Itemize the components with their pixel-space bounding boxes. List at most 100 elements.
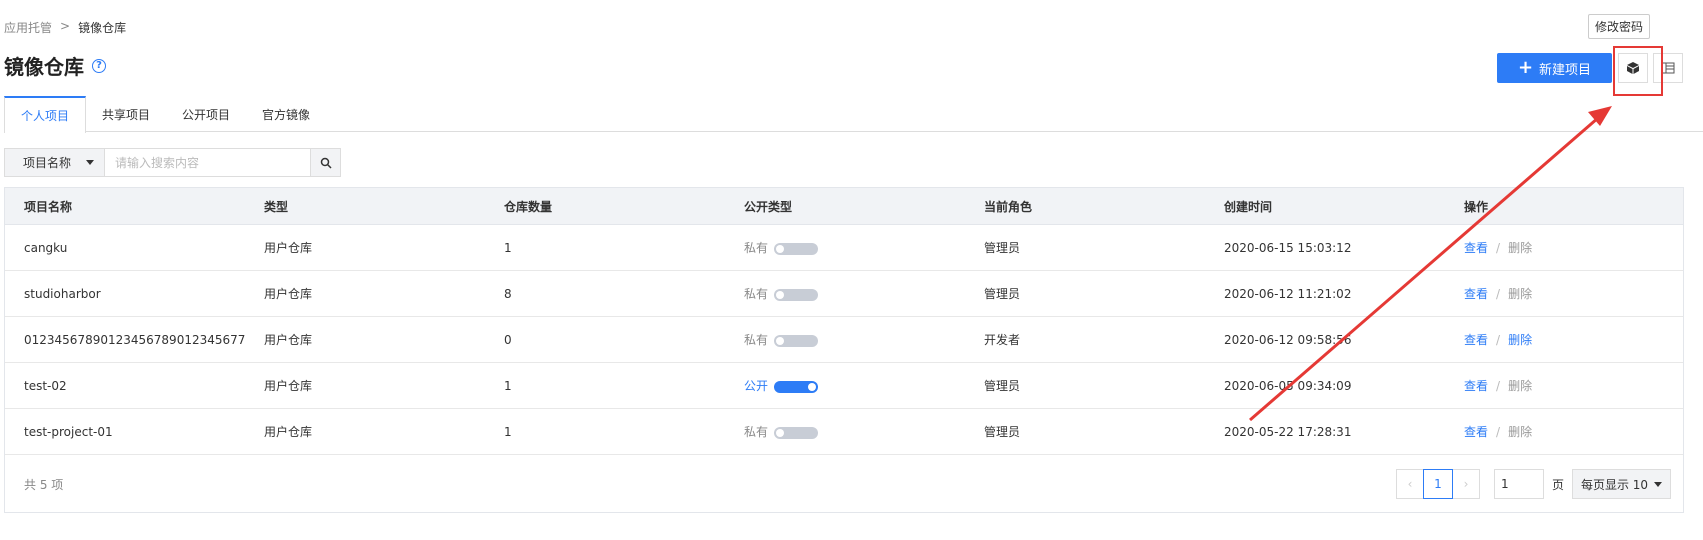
visibility-label: 公开 (744, 379, 769, 393)
role: 管理员 (984, 425, 1021, 439)
help-icon[interactable]: ? (92, 58, 106, 73)
change-password-button[interactable]: 修改密码 (1588, 14, 1651, 39)
action-separator: / (1496, 287, 1501, 301)
search-field-select[interactable]: 项目名称 (4, 148, 105, 177)
search-icon (320, 157, 332, 169)
tab-personal-projects[interactable]: 个人项目 (4, 96, 87, 133)
column-header-created: 创建时间 (1224, 199, 1273, 214)
table-row: test-02 用户仓库 1 公开 管理员 2020-06-05 09:34:0… (5, 363, 1683, 409)
project-name: cangku (24, 240, 68, 255)
prev-page-button[interactable]: ‹ (1396, 469, 1424, 499)
created-time: 2020-06-05 09:34:09 (1224, 378, 1352, 393)
new-project-button[interactable]: + 新建项目 (1497, 53, 1612, 83)
visibility-label: 私有 (744, 333, 769, 347)
caret-down-icon (86, 160, 94, 165)
repo-count: 1 (504, 378, 512, 393)
repo-count: 0 (504, 332, 512, 347)
delete-link: 删除 (1508, 425, 1533, 439)
page-size-label: 每页显示 10 (1580, 477, 1649, 492)
page-unit-label: 页 (1552, 477, 1565, 492)
role: 开发者 (984, 333, 1021, 347)
tab-public-projects[interactable]: 公开项目 (166, 96, 246, 132)
page-title-text: 镜像仓库 (4, 55, 84, 79)
visibility-cell: 公开 (725, 377, 965, 394)
view-link[interactable]: 查看 (1464, 379, 1488, 393)
role: 管理员 (984, 287, 1021, 301)
visibility-cell: 私有 (725, 331, 965, 348)
table-footer: 共 5 项 ‹ 1 › 页 每页显示 10 (5, 455, 1683, 513)
search-button[interactable] (311, 148, 341, 177)
view-link[interactable]: 查看 (1464, 241, 1488, 255)
page-size-select[interactable]: 每页显示 10 (1572, 469, 1672, 499)
table-row: studioharbor 用户仓库 8 私有 管理员 2020-06-12 11… (5, 271, 1683, 317)
project-type: 用户仓库 (264, 379, 313, 393)
column-header-visibility: 公开类型 (744, 199, 793, 214)
project-name: test-02 (24, 378, 67, 393)
action-separator: / (1496, 241, 1501, 255)
delete-link: 删除 (1508, 241, 1533, 255)
actions-cell: 查看 / 删除 (1445, 423, 1645, 440)
table-layout-icon (1661, 62, 1675, 74)
column-header-name: 项目名称 (24, 199, 73, 214)
pagination: ‹ 1 › 页 每页显示 10 (1396, 469, 1672, 499)
project-type: 用户仓库 (264, 241, 313, 255)
page-jump-input[interactable] (1494, 469, 1544, 499)
view-link[interactable]: 查看 (1464, 287, 1488, 301)
visibility-label: 私有 (744, 241, 769, 255)
view-link[interactable]: 查看 (1464, 425, 1488, 439)
project-type: 用户仓库 (264, 287, 313, 301)
visibility-cell: 私有 (725, 423, 965, 440)
visibility-toggle[interactable] (774, 426, 819, 439)
created-time: 2020-06-15 15:03:12 (1224, 240, 1352, 255)
actions-cell: 查看 / 删除 (1445, 239, 1645, 256)
repo-count: 1 (504, 240, 512, 255)
breadcrumb-parent[interactable]: 应用托管 (4, 19, 52, 36)
role: 管理员 (984, 241, 1021, 255)
table-row: 01234567890123456789012345​6779 用户仓库 0 私… (5, 317, 1683, 363)
tab-bar: 个人项目 共享项目 公开项目 官方镜像 (4, 96, 1703, 133)
view-link[interactable]: 查看 (1464, 333, 1488, 347)
table-row: cangku 用户仓库 1 私有 管理员 2020-06-15 15:03:12… (5, 225, 1683, 271)
delete-link[interactable]: 删除 (1508, 333, 1532, 347)
visibility-toggle[interactable] (774, 288, 819, 301)
total-count: 共 5 项 (24, 477, 64, 492)
visibility-toggle[interactable] (774, 242, 819, 255)
page-title: 镜像仓库 ? (4, 51, 106, 80)
annotation-highlight-box (1613, 46, 1663, 96)
search-field-label: 项目名称 (23, 156, 72, 170)
repo-count: 8 (504, 286, 512, 301)
repo-count: 1 (504, 424, 512, 439)
tab-shared-projects[interactable]: 共享项目 (86, 96, 166, 132)
tab-official-images[interactable]: 官方镜像 (246, 96, 326, 132)
visibility-cell: 私有 (725, 239, 965, 256)
action-separator: / (1496, 379, 1501, 393)
breadcrumb-separator: > (60, 19, 71, 33)
column-header-count: 仓库数量 (504, 199, 553, 214)
next-page-button[interactable]: › (1452, 469, 1480, 499)
project-name: studioharbor (24, 286, 101, 301)
delete-link: 删除 (1508, 379, 1533, 393)
created-time: 2020-06-12 11:21:02 (1224, 286, 1352, 301)
breadcrumb: 应用托管 > 镜像仓库 (4, 19, 126, 36)
actions-cell: 查看 / 删除 (1445, 331, 1645, 348)
search-bar: 项目名称 (4, 148, 341, 177)
project-name: test-project-01 (24, 424, 113, 439)
breadcrumb-current: 镜像仓库 (78, 21, 127, 35)
delete-link: 删除 (1508, 287, 1533, 301)
created-time: 2020-05-22 17:28:31 (1224, 424, 1352, 439)
column-header-type: 类型 (264, 199, 289, 214)
page-number[interactable]: 1 (1423, 469, 1453, 499)
projects-table: 项目名称 类型 仓库数量 公开类型 当前角色 创建时间 操作 cangku 用户… (4, 187, 1684, 513)
caret-down-icon (1654, 481, 1663, 487)
visibility-toggle[interactable] (774, 334, 819, 347)
role: 管理员 (984, 379, 1021, 393)
visibility-label: 私有 (744, 425, 769, 439)
visibility-label: 私有 (744, 287, 769, 301)
column-header-actions: 操作 (1464, 199, 1489, 214)
table-header: 项目名称 类型 仓库数量 公开类型 当前角色 创建时间 操作 (5, 188, 1683, 225)
visibility-toggle[interactable] (774, 380, 819, 393)
column-header-role: 当前角色 (984, 199, 1033, 214)
actions-cell: 查看 / 删除 (1445, 285, 1645, 302)
search-input[interactable] (105, 148, 311, 177)
action-separator: / (1496, 425, 1501, 439)
